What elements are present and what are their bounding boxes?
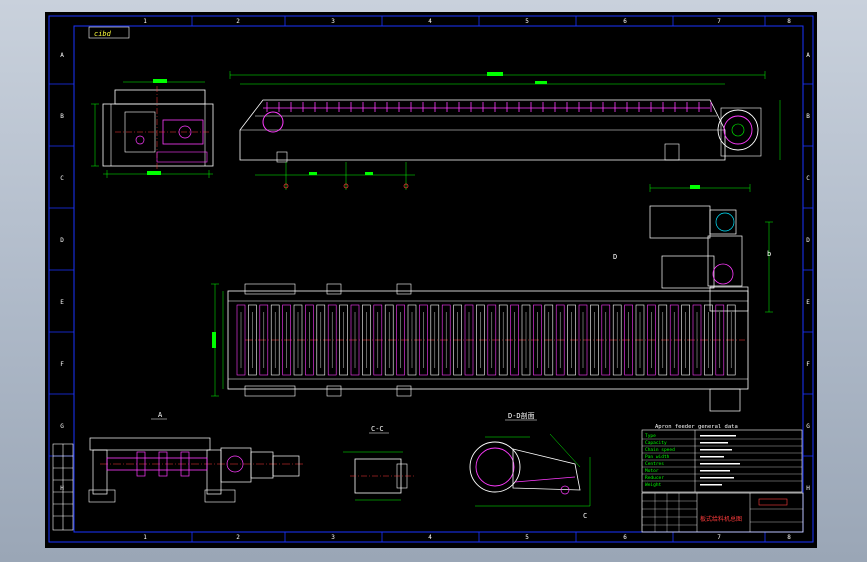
spec-row-7: Weight xyxy=(645,482,662,488)
end-view-drive xyxy=(91,79,214,178)
view-a-drive-shaft: A xyxy=(88,411,305,503)
left-row-marker-b: B xyxy=(60,113,64,120)
top-col-marker-8: 8 xyxy=(787,18,791,25)
left-row-marker-g: G xyxy=(60,423,64,430)
bottom-col-marker-4: 4 xyxy=(428,534,432,541)
tail-sprocket xyxy=(262,111,284,133)
spec-row-1: Capacity xyxy=(645,440,667,446)
top-col-marker-4: 4 xyxy=(428,18,432,25)
bottom-col-marker-3: 3 xyxy=(331,534,335,541)
section-c-label: C-C xyxy=(371,425,384,433)
drawing-sheet: 1 2 3 4 5 6 7 8 1 2 3 4 5 6 7 8 A B C D … xyxy=(45,12,817,548)
top-col-marker-2: 2 xyxy=(236,18,240,25)
view-a-label: A xyxy=(158,411,163,419)
section-d-label: D-D剖面 xyxy=(508,411,535,420)
spec-row-4: Centres xyxy=(645,461,664,467)
bottom-col-marker-7: 7 xyxy=(717,534,721,541)
side-elevation xyxy=(229,71,781,190)
elevation-slats xyxy=(266,102,712,112)
spec-row-0: Type xyxy=(645,433,656,439)
bottom-col-marker-8: 8 xyxy=(787,534,791,541)
right-row-marker-c: C xyxy=(806,175,810,182)
title-block-name: 板式给料机总图 xyxy=(700,515,742,523)
outer-frame xyxy=(48,15,814,543)
left-row-marker-f: F xyxy=(60,361,64,368)
drive-motor xyxy=(649,205,711,239)
row-marker-ticks xyxy=(49,83,813,457)
left-row-marker-d: D xyxy=(60,237,64,244)
spec-row-5: Motor xyxy=(645,468,659,474)
spec-row-2: Chain speed xyxy=(645,447,675,453)
spec-table-title: Apron feeder general data xyxy=(655,424,738,430)
revision-strip xyxy=(52,443,74,531)
right-row-marker-h: H xyxy=(806,485,810,492)
right-row-marker-a: A xyxy=(806,52,810,59)
top-col-marker-7: 7 xyxy=(717,18,721,25)
view-d-marker: D xyxy=(613,253,617,261)
left-row-marker-e: E xyxy=(60,299,64,306)
section-c-marker: C xyxy=(583,512,587,520)
left-row-marker-h: H xyxy=(60,485,64,492)
spec-row-6: Reducer xyxy=(645,475,664,481)
right-row-marker-d: D xyxy=(806,237,810,244)
top-col-marker-5: 5 xyxy=(525,18,529,25)
right-row-marker-e: E xyxy=(806,299,810,306)
top-col-marker-3: 3 xyxy=(331,18,335,25)
top-col-marker-6: 6 xyxy=(623,18,627,25)
corner-tag: cibd xyxy=(94,30,112,38)
bottom-col-marker-1: 1 xyxy=(143,534,147,541)
bottom-col-marker-5: 5 xyxy=(525,534,529,541)
section-c-c: C-C xyxy=(343,425,415,501)
column-marker-ticks xyxy=(191,16,766,542)
company-logo xyxy=(758,498,788,506)
section-d-d: D-D剖面 C xyxy=(469,411,591,520)
top-col-marker-1: 1 xyxy=(143,18,147,25)
view-b-marker: b xyxy=(767,250,771,258)
left-row-marker-a: A xyxy=(60,52,64,59)
bottom-col-marker-2: 2 xyxy=(236,534,240,541)
cad-drawing: 1 2 3 4 5 6 7 8 1 2 3 4 5 6 7 8 A B C D … xyxy=(48,15,814,543)
inner-frame xyxy=(73,25,804,533)
right-row-marker-f: F xyxy=(806,361,810,368)
spec-table: Apron feeder general data Type Capacity … xyxy=(641,424,803,493)
title-block: 板式给料机总图 xyxy=(641,492,804,533)
left-row-marker-c: C xyxy=(60,175,64,182)
right-row-marker-g: G xyxy=(806,423,810,430)
bottom-col-marker-6: 6 xyxy=(623,534,627,541)
spec-row-3: Pan width xyxy=(645,454,670,460)
right-row-marker-b: B xyxy=(806,113,810,120)
plan-view: D b xyxy=(211,184,773,412)
